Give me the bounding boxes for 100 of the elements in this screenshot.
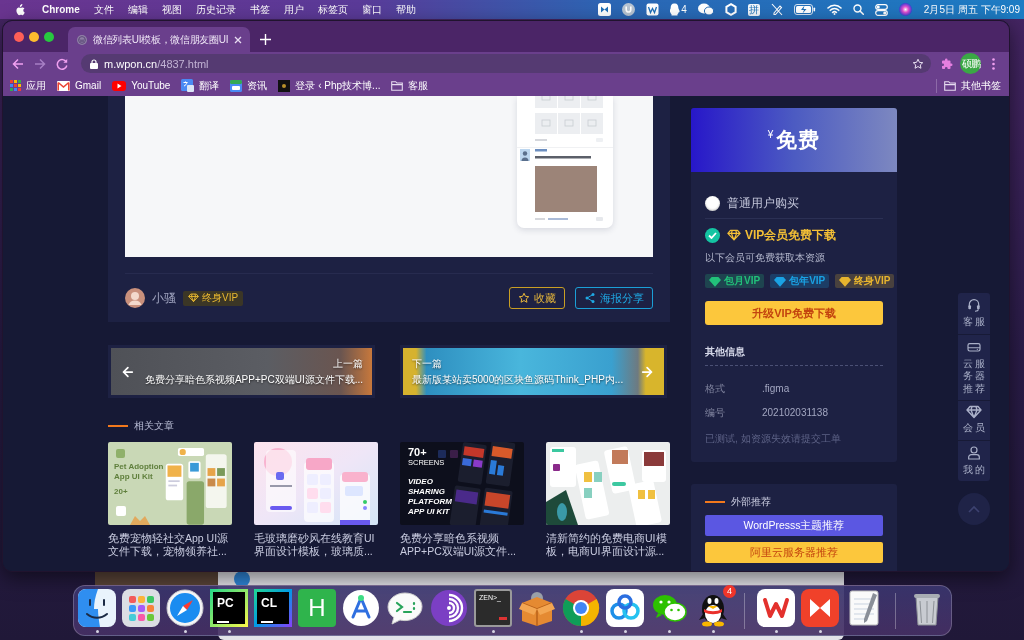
control-center-icon[interactable]	[874, 3, 888, 16]
minimize-window-button[interactable]	[29, 31, 39, 42]
share-button[interactable]: 海报分享	[575, 287, 653, 309]
more-menu-icon[interactable]	[992, 57, 995, 70]
app-menu[interactable]: Chrome	[35, 0, 87, 19]
puzzle-icon[interactable]	[941, 57, 953, 70]
thumbnail-caption: 20+	[114, 487, 128, 497]
app-grid-icon	[10, 80, 21, 91]
diamond-icon	[727, 228, 741, 242]
close-window-button[interactable]	[14, 31, 24, 42]
bowtie-square-icon[interactable]	[598, 3, 612, 16]
star-icon	[518, 292, 530, 304]
section-title: 相关文章	[134, 419, 174, 433]
chat-bubbles-icon[interactable]	[697, 3, 714, 16]
floating-tool-button[interactable]: 我的	[958, 440, 990, 481]
bookmark-star-icon[interactable]	[912, 57, 924, 70]
section-title: 外部推荐	[731, 495, 771, 509]
bookmark-folder[interactable]: 其他书签	[944, 78, 1001, 93]
author-name: 小骚	[152, 289, 176, 307]
thumbnail-caption: SHARING	[408, 487, 445, 497]
pen-off-icon[interactable]	[770, 3, 783, 16]
input-method-indicator[interactable]: 拼	[747, 3, 760, 16]
app-screens-drawing[interactable]	[400, 442, 524, 525]
search-icon[interactable]	[852, 4, 864, 15]
dark-square-icon	[278, 79, 291, 92]
notification-badge: 4	[723, 585, 736, 598]
menu-item[interactable]: 书签	[242, 0, 277, 19]
letter-tile-icon[interactable]: CL	[254, 589, 292, 627]
favorite-button[interactable]: 收藏	[509, 287, 565, 309]
orb-icon[interactable]	[898, 3, 912, 16]
menu-item[interactable]: 帮助	[388, 0, 423, 19]
envelope-icon	[57, 79, 70, 92]
bowtie-tile-icon[interactable]	[801, 589, 839, 627]
previous-post-link[interactable]: 上一篇 免费分享暗色系视频APP+PC双端UI源文件下载...	[108, 345, 375, 398]
wifi-icon[interactable]	[826, 4, 842, 15]
post-title-link[interactable]: 免费宠物轻社交App UI源文件下载，宠物领养社...	[108, 532, 232, 558]
menu-item[interactable]: 文件	[86, 0, 121, 19]
arrow-icon	[120, 364, 134, 379]
menu-item[interactable]: 编辑	[120, 0, 155, 19]
address-field[interactable]: m.wpon.cn/4837.html	[81, 54, 931, 73]
menu-item[interactable]: 标签页	[310, 0, 355, 19]
avatar-icon	[125, 288, 145, 308]
app-grid-icon[interactable]	[122, 589, 160, 627]
u-circle-icon[interactable]	[622, 3, 636, 16]
diamond-icon	[188, 293, 199, 303]
diamond-icon	[966, 405, 982, 419]
info-label: 格式	[705, 383, 726, 395]
speech-bubble-icon[interactable]	[386, 589, 424, 627]
arrow-icon	[641, 364, 655, 379]
segmented-circle-icon[interactable]	[562, 589, 600, 627]
menu-item[interactable]: 用户	[276, 0, 311, 19]
w-box-icon[interactable]	[646, 3, 660, 16]
back-arrow-icon[interactable]	[12, 57, 24, 70]
menu-item[interactable]: 视图	[154, 0, 189, 19]
bookmark-link[interactable]: YouTube	[112, 79, 171, 92]
floating-tool-button[interactable]: 云服务器推荐	[958, 334, 990, 401]
bookmark-link[interactable]: Gmail	[57, 79, 102, 92]
plus-icon[interactable]	[260, 33, 271, 45]
radio-button[interactable]	[705, 227, 720, 243]
menu-item[interactable]: 窗口	[354, 0, 389, 19]
rings-icon[interactable]	[430, 589, 468, 627]
bookmark-link[interactable]: 应用	[10, 78, 46, 93]
bookmark-link[interactable]: 翻译	[181, 78, 220, 93]
app-logo-icon	[234, 571, 250, 587]
linked-rings-icon[interactable]	[606, 589, 644, 627]
bookmark-link[interactable]: 客服	[391, 78, 429, 93]
apple-logo-icon[interactable]	[15, 3, 25, 16]
battery-icon[interactable]	[793, 4, 816, 15]
browser-tab[interactable]: 微信列表UI模板，微信朋友圈UI	[68, 27, 250, 52]
post-title-link[interactable]: 清新简约的免费电商UI模板，电商UI界面设计源...	[546, 532, 670, 558]
hexagon-icon[interactable]	[724, 3, 737, 16]
menu-item[interactable]: 历史记录	[188, 0, 243, 19]
checkmark-icon	[708, 231, 717, 239]
bookmark-link[interactable]: 登录 ‹ Php技术博...	[278, 78, 381, 93]
clock[interactable]: 2月5日 周五 下午9:09	[923, 2, 1020, 17]
share-icon	[584, 292, 596, 304]
reload-icon[interactable]	[56, 57, 68, 70]
close-icon[interactable]	[234, 35, 243, 44]
compass-icon[interactable]	[166, 589, 204, 627]
penguin-icon[interactable]	[670, 3, 681, 16]
floating-tool-button[interactable]: 会员	[958, 401, 990, 441]
post-title-link[interactable]: 毛玻璃磨砂风在线教育UI界面设计模板，玻璃质...	[254, 532, 378, 558]
recommend-button[interactable]: WordPresss主题推荐	[705, 515, 883, 536]
radio-button[interactable]	[705, 195, 720, 211]
drafting-compass-icon[interactable]	[342, 589, 380, 627]
post-title-link[interactable]: 免费分享暗色系视频APP+PC双端UI源文件...	[400, 532, 524, 558]
open-box-icon[interactable]	[518, 589, 556, 627]
membership-level: 终身VIP	[854, 274, 891, 288]
smiling-face-icon[interactable]	[78, 589, 116, 627]
membership-level: 终身VIP	[202, 291, 239, 305]
bookmark-link[interactable]: 资讯	[230, 78, 268, 93]
zoom-window-button[interactable]	[44, 31, 54, 42]
notification-count: 4	[681, 4, 687, 15]
app-screens-drawing[interactable]	[546, 442, 670, 525]
floating-tool-button[interactable]: 客服	[958, 293, 990, 335]
letter-tile-icon[interactable]: PC	[210, 589, 248, 627]
w-mark-icon[interactable]	[757, 589, 795, 627]
play-button-icon	[112, 79, 127, 92]
thumbnail-caption: 70+	[408, 446, 427, 458]
option-label: 普通用户购买	[727, 194, 799, 212]
